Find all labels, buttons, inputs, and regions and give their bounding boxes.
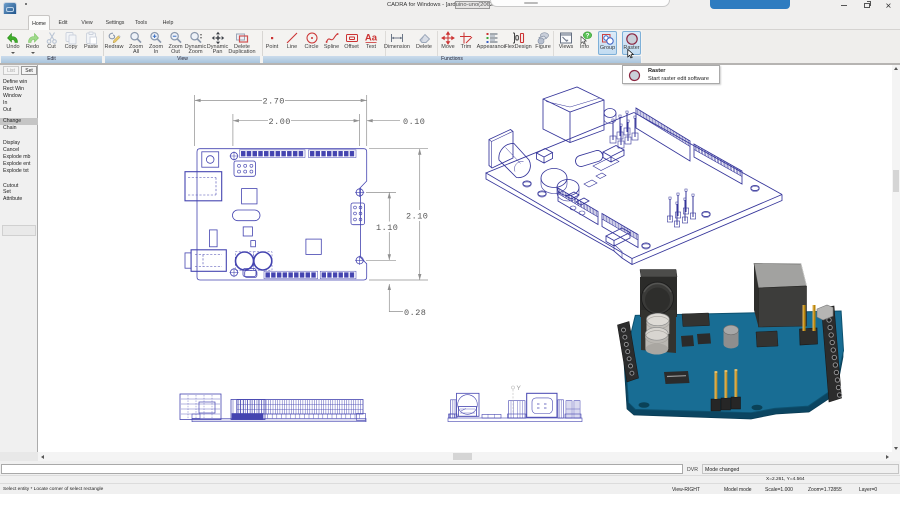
svg-text:0.10: 0.10	[403, 117, 425, 127]
svg-text:1.10: 1.10	[376, 223, 398, 233]
svg-text:?: ?	[585, 33, 589, 40]
svg-text:Aa: Aa	[365, 33, 378, 44]
svg-text:2.00: 2.00	[269, 117, 291, 127]
svg-text:0.28: 0.28	[404, 308, 426, 318]
svg-text:2.10: 2.10	[406, 212, 428, 222]
svg-text:Y: Y	[517, 385, 522, 392]
svg-text:2.70: 2.70	[263, 97, 285, 107]
